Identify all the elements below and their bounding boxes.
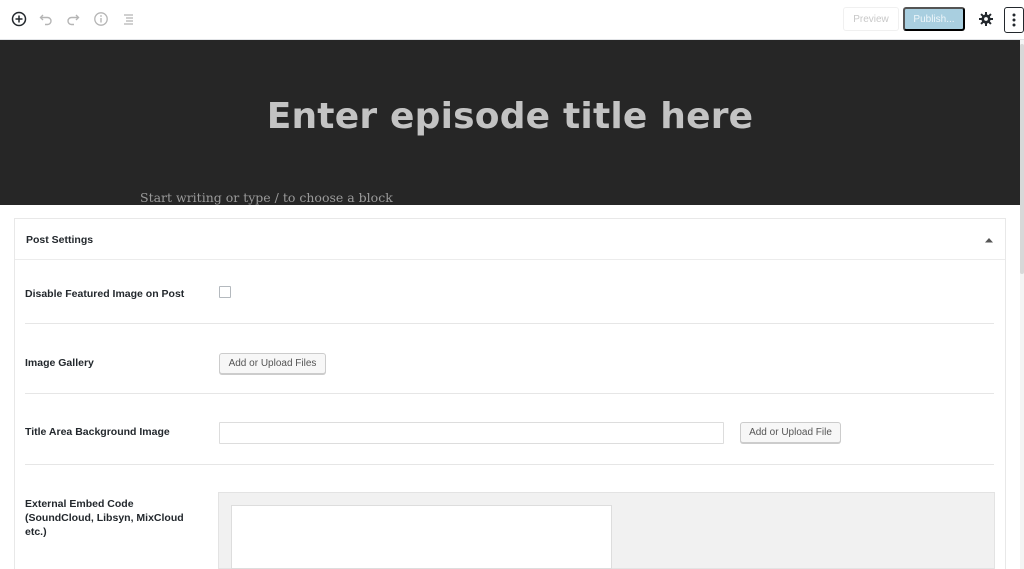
add-or-upload-files-button[interactable]: Add or Upload Files [219,353,326,374]
image-gallery-label: Image Gallery [25,357,94,369]
more-vertical-icon [1012,13,1016,27]
collapse-arrow-icon[interactable] [983,234,995,246]
plus-circle-icon[interactable] [9,9,29,29]
editor-toolbar: Preview Publish... [0,0,1024,40]
row-divider [25,393,994,394]
row-divider [25,464,994,465]
disable-featured-image-label: Disable Featured Image on Post [25,288,185,300]
undo-icon[interactable] [36,9,56,29]
add-or-upload-file-button[interactable]: Add or Upload File [740,422,841,443]
info-icon[interactable] [91,9,111,29]
metabox-header[interactable]: Post Settings [15,219,1005,260]
list-icon[interactable] [119,9,139,29]
more-options-button[interactable] [1004,7,1024,33]
episode-title-input[interactable]: Enter episode title here [0,96,1020,137]
embed-code-textarea[interactable] [231,505,612,569]
redo-icon[interactable] [63,9,83,29]
title-area-background-label: Title Area Background Image [25,426,170,438]
gear-icon[interactable] [976,9,996,29]
title-area-background-url-input[interactable] [219,422,724,444]
metabox-title: Post Settings [26,234,94,246]
block-appender[interactable]: Start writing or type / to choose a bloc… [140,190,393,205]
external-embed-code-label: External Embed Code (SoundCloud, Libsyn,… [25,498,184,538]
publish-button[interactable]: Publish... [903,7,965,31]
disable-featured-image-checkbox[interactable] [219,286,231,298]
preview-button[interactable]: Preview [843,7,899,31]
row-divider [25,323,994,324]
scrollbar-thumb[interactable] [1020,44,1024,274]
